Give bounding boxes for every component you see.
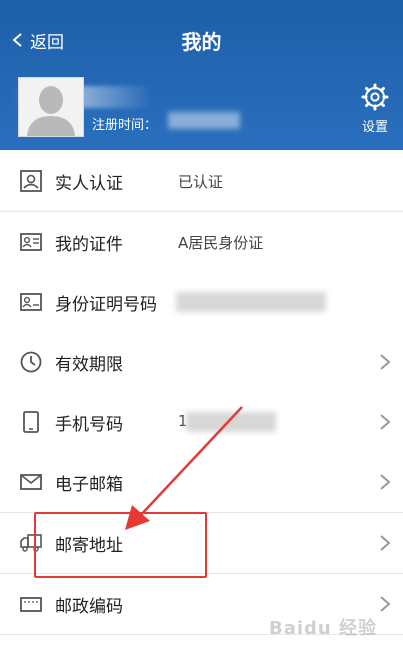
phone-icon [20, 411, 42, 433]
highlight-box [34, 512, 207, 578]
page-title: 我的 [181, 30, 222, 54]
header-bar: 返回 我的 注册时间： 设置 [0, 0, 403, 150]
settings-label: 设置 [361, 120, 388, 135]
menu-label: 身份证明号码 [55, 295, 157, 315]
postal-icon [20, 593, 42, 615]
menu-label: 我的证件 [55, 235, 123, 255]
chevron-right-icon [380, 535, 391, 551]
menu-row-my-id[interactable]: 我的证件 A居民身份证 [0, 212, 403, 273]
chevron-right-icon [380, 414, 391, 430]
menu-label: 邮政编码 [55, 597, 123, 617]
phone-number-blurred [186, 412, 276, 432]
menu-row-validity[interactable]: 有效期限 [0, 332, 403, 393]
user-silhouette-icon [27, 86, 75, 136]
menu-value: 已认证 [178, 173, 224, 191]
id-card-icon [20, 231, 42, 253]
menu-value: A居民身份证 [178, 234, 264, 252]
gear-icon [361, 83, 389, 111]
menu-label: 实人认证 [55, 174, 123, 194]
registration-time-label: 注册时间： [92, 118, 158, 133]
chevron-right-icon [380, 596, 391, 612]
menu-row-email[interactable]: 电子邮箱 [0, 452, 403, 513]
person-verify-icon [20, 170, 42, 192]
settings-button[interactable]: 设置 [359, 83, 391, 135]
menu-row-phone[interactable]: 手机号码 1 [0, 392, 403, 453]
id-number-blurred [176, 292, 326, 312]
menu-row-real-name[interactable]: 实人认证 已认证 [0, 151, 403, 212]
registration-time-blurred [168, 112, 240, 129]
avatar[interactable] [18, 77, 84, 137]
chevron-right-icon [380, 354, 391, 370]
menu-label: 电子邮箱 [55, 475, 123, 495]
chevron-right-icon [380, 474, 391, 490]
menu-label: 手机号码 [55, 415, 123, 435]
clock-icon [20, 351, 42, 373]
menu-row-id-number[interactable]: 身份证明号码 [0, 272, 403, 333]
id-number-icon [20, 291, 42, 313]
mail-icon [20, 471, 42, 493]
menu-label: 有效期限 [55, 355, 123, 375]
watermark: Baidu 经验 [268, 618, 377, 639]
